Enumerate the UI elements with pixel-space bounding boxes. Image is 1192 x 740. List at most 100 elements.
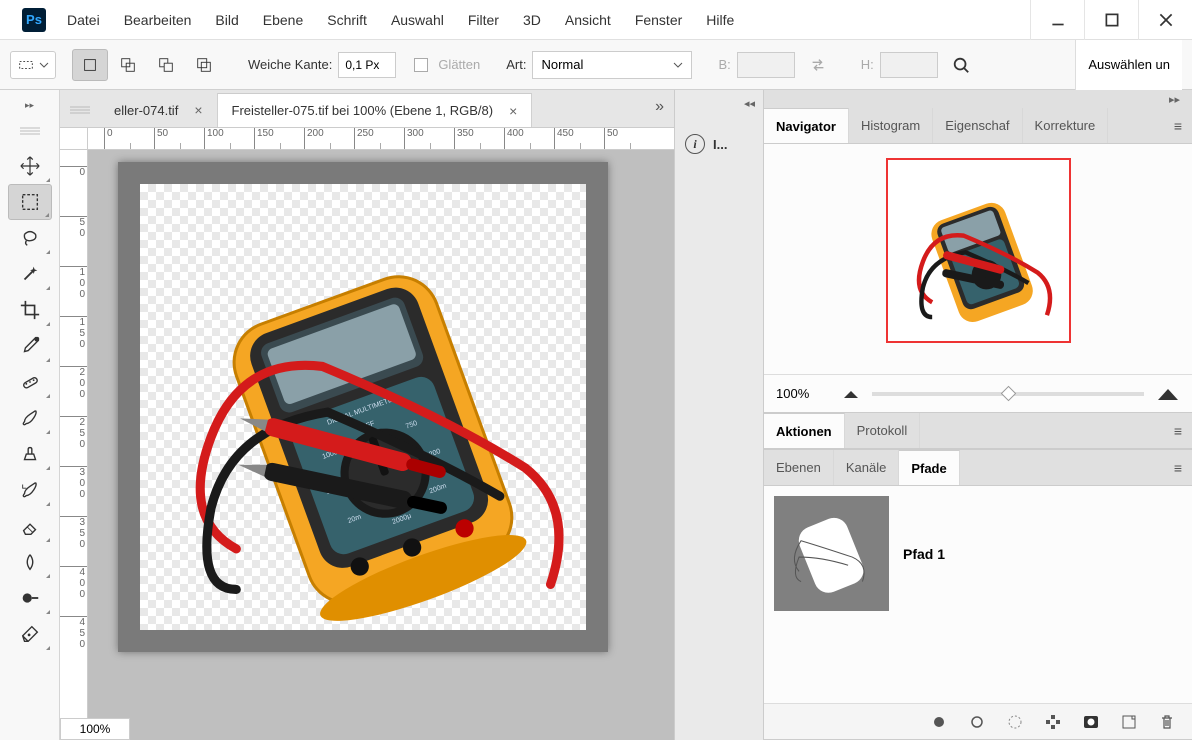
selection-new-icon[interactable] (72, 49, 108, 81)
dodge-tool[interactable] (8, 580, 52, 616)
add-mask-icon[interactable] (1082, 713, 1100, 731)
antialias-checkbox[interactable] (414, 58, 428, 72)
style-select[interactable]: Normal (532, 51, 692, 79)
close-icon[interactable]: × (509, 103, 517, 119)
menu-filter[interactable]: Filter (457, 6, 510, 34)
style-label: Art: (506, 57, 526, 72)
swap-icon[interactable] (809, 56, 827, 74)
lasso-tool[interactable] (8, 220, 52, 256)
navigator-zoom-value[interactable]: 100% (776, 386, 830, 401)
menu-hilfe[interactable]: Hilfe (695, 6, 745, 34)
selection-intersect-icon[interactable] (186, 49, 222, 81)
menu-datei[interactable]: Datei (56, 6, 111, 34)
ruler-tick: 0 (79, 167, 85, 178)
ruler-tick: 50 (604, 128, 654, 149)
menu-bar: Datei Bearbeiten Bild Ebene Schrift Ausw… (56, 6, 745, 34)
ruler-tick: 0 (104, 128, 154, 149)
brush-tool[interactable] (8, 400, 52, 436)
window-controls (1030, 0, 1192, 40)
panel-tab-layers[interactable]: Ebenen (764, 450, 834, 485)
path-to-selection-icon[interactable] (1006, 713, 1024, 731)
select-and-mask-button[interactable]: Auswählen un (1075, 40, 1182, 90)
close-icon[interactable]: × (194, 102, 202, 118)
refine-edge-icon[interactable] (952, 56, 970, 74)
width-input (737, 52, 795, 78)
minimize-button[interactable] (1030, 0, 1084, 40)
navigator-thumbnail[interactable] (886, 158, 1071, 343)
ruler-tick: 100 (204, 128, 254, 149)
marquee-tool[interactable] (8, 184, 52, 220)
pen-tool[interactable] (8, 616, 52, 652)
panel-tab-channels[interactable]: Kanäle (834, 450, 899, 485)
eraser-tool[interactable] (8, 508, 52, 544)
menu-bild[interactable]: Bild (204, 6, 249, 34)
fill-path-icon[interactable] (930, 713, 948, 731)
ruler-origin[interactable] (60, 128, 88, 150)
menu-auswahl[interactable]: Auswahl (380, 6, 455, 34)
toolbar-collapse[interactable]: ▸▸ (0, 96, 59, 114)
paths-panel: Pfad 1 (764, 486, 1192, 654)
eyedropper-tool[interactable] (8, 328, 52, 364)
path-item[interactable]: Pfad 1 (774, 496, 1182, 611)
stroke-path-icon[interactable] (968, 713, 986, 731)
magic-wand-tool[interactable] (8, 256, 52, 292)
selection-subtract-icon[interactable] (148, 49, 184, 81)
info-panel-tab[interactable]: i I... (675, 126, 763, 162)
close-button[interactable] (1138, 0, 1192, 40)
width-label: B: (718, 57, 730, 72)
zoom-in-icon[interactable] (1156, 386, 1180, 402)
selection-add-icon[interactable] (110, 49, 146, 81)
maximize-button[interactable] (1084, 0, 1138, 40)
canvas[interactable]: DIGITAL MULTIMETER OFF 750 200 200m (118, 162, 608, 652)
canvas-viewport[interactable]: DIGITAL MULTIMETER OFF 750 200 200m (88, 150, 674, 718)
delete-path-icon[interactable] (1158, 713, 1176, 731)
panel-tab-paths[interactable]: Pfade (899, 450, 959, 485)
clone-stamp-tool[interactable] (8, 436, 52, 472)
ruler-tick: 450 (554, 128, 604, 149)
ruler-horizontal[interactable]: 0 50 100 150 200 250 300 350 400 450 50 (88, 128, 674, 150)
zoom-display[interactable]: 100% (60, 718, 130, 740)
panel-menu-icon[interactable]: ≡ (1174, 460, 1182, 476)
path-name: Pfad 1 (903, 546, 945, 562)
document-area: eller-074.tif× Freisteller-075.tif bei 1… (60, 90, 674, 740)
panel-tab-navigator[interactable]: Navigator (764, 108, 849, 143)
tool-preset[interactable] (10, 51, 56, 79)
blur-tool[interactable] (8, 544, 52, 580)
move-tool[interactable] (8, 148, 52, 184)
menu-3d[interactable]: 3D (512, 6, 552, 34)
height-input (880, 52, 938, 78)
panel-tab-properties[interactable]: Eigenschaf (933, 108, 1022, 143)
panel-tab-histogram[interactable]: Histogram (849, 108, 933, 143)
history-brush-tool[interactable] (8, 472, 52, 508)
panel-tab-actions[interactable]: Aktionen (764, 413, 845, 448)
menu-bearbeiten[interactable]: Bearbeiten (113, 6, 203, 34)
tabs-overflow[interactable]: » (655, 98, 664, 116)
menu-ebene[interactable]: Ebene (252, 6, 314, 34)
panel-tab-history[interactable]: Protokoll (845, 413, 921, 448)
panel-tab-adjustments[interactable]: Korrekture (1023, 108, 1109, 143)
toolbar-grip[interactable] (10, 114, 50, 148)
tabs-grip[interactable] (60, 93, 100, 127)
title-bar: Ps Datei Bearbeiten Bild Ebene Schrift A… (0, 0, 1192, 40)
panels-dock: ▸▸ Navigator Histogram Eigenschaf Korrek… (764, 90, 1192, 740)
panel-menu-icon[interactable]: ≡ (1174, 118, 1182, 134)
info-label: I... (713, 137, 727, 152)
menu-schrift[interactable]: Schrift (316, 6, 378, 34)
panel-menu-icon[interactable]: ≡ (1174, 423, 1182, 439)
zoom-out-icon[interactable] (842, 388, 860, 400)
dock-collapse[interactable]: ▸▸ (764, 90, 1192, 108)
selection-to-path-icon[interactable] (1044, 713, 1062, 731)
ruler-tick: 300 (404, 128, 454, 149)
document-tab-2[interactable]: Freisteller-075.tif bei 100% (Ebene 1, R… (218, 93, 533, 127)
ruler-vertical[interactable]: 0 50 100 150 200 250 300 350 400 450 (60, 150, 88, 740)
menu-fenster[interactable]: Fenster (624, 6, 693, 34)
healing-brush-tool[interactable] (8, 364, 52, 400)
new-path-icon[interactable] (1120, 713, 1138, 731)
crop-tool[interactable] (8, 292, 52, 328)
menu-ansicht[interactable]: Ansicht (554, 6, 622, 34)
zoom-slider[interactable] (872, 392, 1144, 396)
feather-input[interactable] (338, 52, 396, 78)
document-tab-1[interactable]: eller-074.tif× (100, 93, 218, 127)
paths-footer (764, 703, 1192, 739)
panel-collapse-icon[interactable]: ◂◂ (675, 94, 763, 112)
